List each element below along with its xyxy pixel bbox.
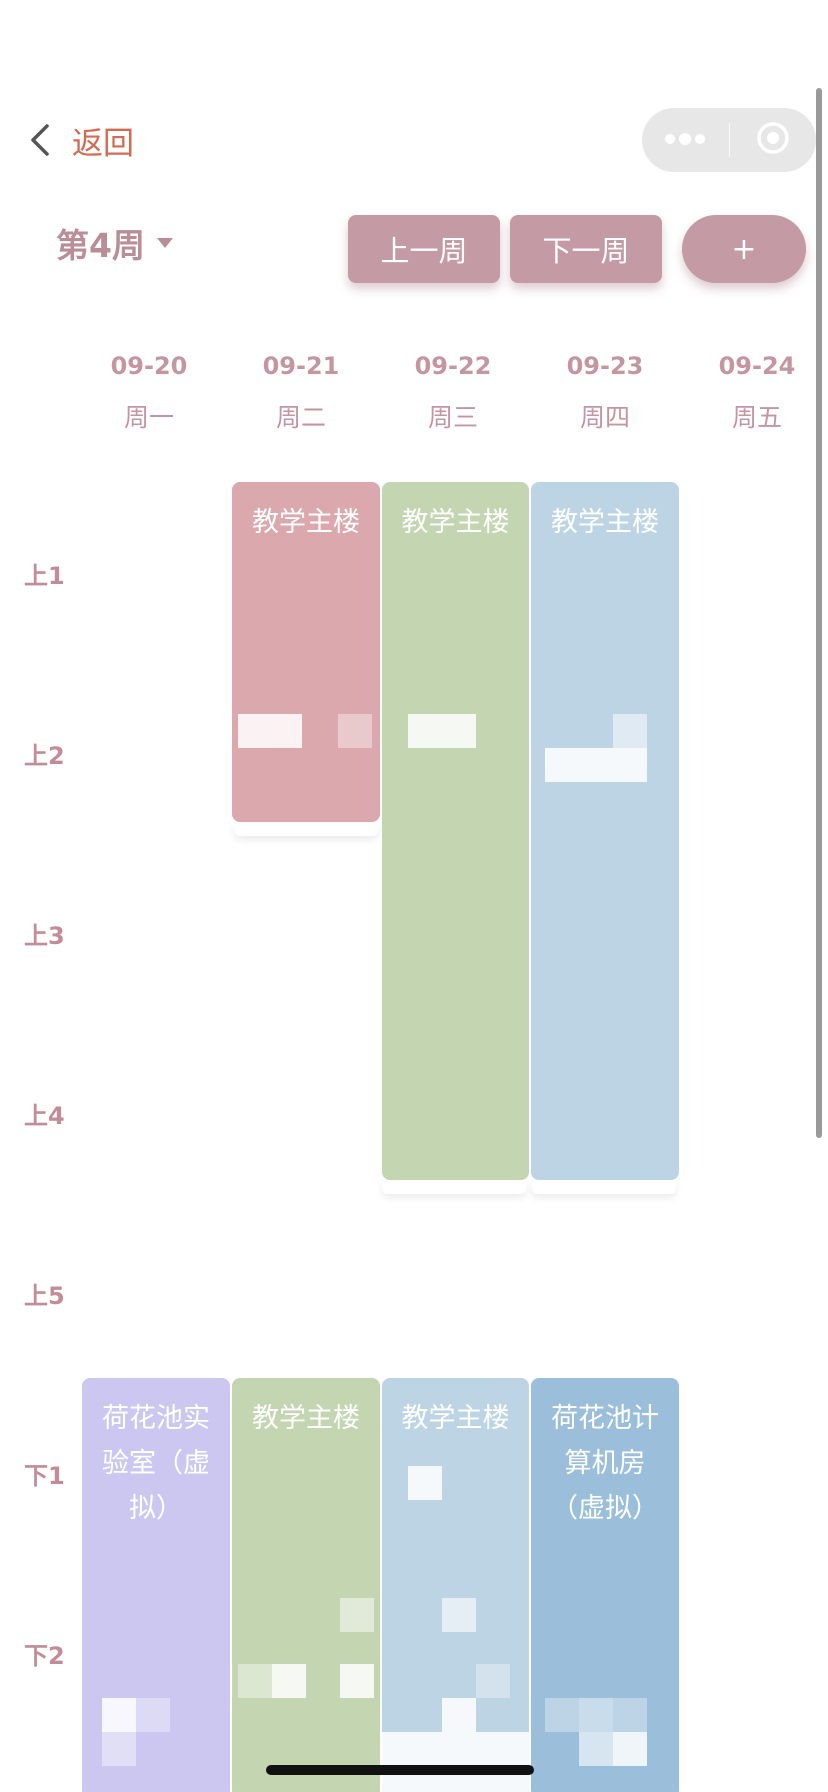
back-button[interactable]: 返回: [22, 112, 134, 168]
redacted-block: [613, 1732, 647, 1766]
course-block-mon-pm[interactable]: 荷花池实验室（虚拟）: [82, 1378, 230, 1792]
redacted-block: [238, 714, 302, 748]
redacted-block: [340, 1664, 374, 1698]
day-weekday: 周四: [579, 403, 630, 432]
redacted-block: [272, 1664, 306, 1698]
day-header-wed: 09-22 周三: [378, 348, 528, 436]
capsule-more-button[interactable]: [642, 108, 729, 172]
day-header-fri: 09-24 周五: [682, 348, 828, 436]
day-date: 09-21: [262, 352, 340, 380]
course-block-thu-pm[interactable]: 荷花池计算机房（虚拟）: [531, 1378, 679, 1792]
redacted-block: [408, 714, 476, 748]
redacted-block: [545, 748, 647, 782]
course-block-tue-am[interactable]: 教学主楼: [232, 482, 380, 822]
day-date: 09-24: [718, 352, 796, 380]
capsule-close-button[interactable]: [730, 108, 817, 172]
redacted-block: [442, 1598, 476, 1632]
caret-down-icon: [156, 238, 173, 248]
prev-week-button[interactable]: 上一周: [348, 215, 500, 283]
day-weekday: 周一: [123, 403, 174, 432]
course-location: 教学主楼: [252, 507, 360, 538]
course-location: 教学主楼: [551, 507, 659, 538]
period-label: 下1: [24, 1462, 65, 1490]
redacted-block: [382, 1732, 529, 1792]
chevron-left-icon: [22, 120, 58, 160]
course-location: 荷花池实验室（虚拟）: [102, 1403, 210, 1524]
add-course-button[interactable]: +: [682, 215, 806, 283]
period-label: 上1: [24, 562, 65, 590]
course-location: 教学主楼: [401, 507, 510, 538]
redacted-block: [476, 1664, 510, 1698]
redacted-block: [579, 1732, 613, 1766]
period-label: 上3: [24, 922, 65, 950]
period-label: 下2: [24, 1642, 65, 1670]
redacted-block: [579, 1698, 613, 1732]
day-date: 09-20: [110, 352, 188, 380]
day-date: 09-23: [566, 352, 644, 380]
next-week-button[interactable]: 下一周: [510, 215, 662, 283]
redacted-block: [613, 1698, 647, 1732]
period-label: 上2: [24, 742, 65, 770]
redacted-block: [408, 1466, 442, 1500]
course-shadow: [382, 1180, 526, 1194]
redacted-block: [338, 714, 372, 748]
redacted-block: [442, 1698, 476, 1732]
period-label: 上5: [24, 1282, 65, 1310]
course-block-tue-pm[interactable]: 教学主楼: [232, 1378, 380, 1792]
more-dots-icon: [663, 131, 707, 150]
miniprogram-capsule: [642, 108, 816, 172]
capsule-divider: [728, 123, 730, 157]
course-shadow: [532, 1180, 676, 1194]
week-selector[interactable]: 第4周: [56, 218, 173, 268]
course-block-thu-am[interactable]: 教学主楼: [531, 482, 679, 1180]
redacted-block: [136, 1698, 170, 1732]
day-header-mon: 09-20 周一: [74, 348, 224, 436]
day-header-tue: 09-21 周二: [226, 348, 376, 436]
course-block-wed-pm[interactable]: 教学主楼: [382, 1378, 529, 1792]
redacted-block: [102, 1698, 136, 1732]
day-weekday: 周三: [427, 403, 478, 432]
course-location: 荷花池计算机房（虚拟）: [551, 1403, 659, 1524]
course-shadow: [234, 822, 378, 836]
redacted-block: [102, 1732, 136, 1766]
course-block-wed-am[interactable]: 教学主楼: [382, 482, 529, 1180]
course-location: 教学主楼: [252, 1403, 360, 1434]
schedule-page: 返回 第4周 上一周 下一周 + 09-20 周一 09-21 周二 09-22…: [0, 0, 828, 1792]
day-weekday: 周二: [275, 403, 326, 432]
day-header-thu: 09-23 周四: [530, 348, 680, 436]
back-label: 返回: [72, 125, 134, 162]
course-location: 教学主楼: [401, 1403, 510, 1434]
redacted-block: [545, 1698, 579, 1732]
scrollbar[interactable]: [816, 88, 822, 1138]
redacted-block: [340, 1598, 374, 1632]
redacted-block: [238, 1664, 272, 1698]
target-circle-icon: [755, 120, 791, 160]
period-label: 上4: [24, 1102, 65, 1130]
week-label: 第4周: [56, 226, 145, 265]
day-date: 09-22: [414, 352, 492, 380]
day-weekday: 周五: [731, 403, 782, 432]
redacted-block: [613, 714, 647, 748]
home-indicator: [266, 1765, 534, 1775]
